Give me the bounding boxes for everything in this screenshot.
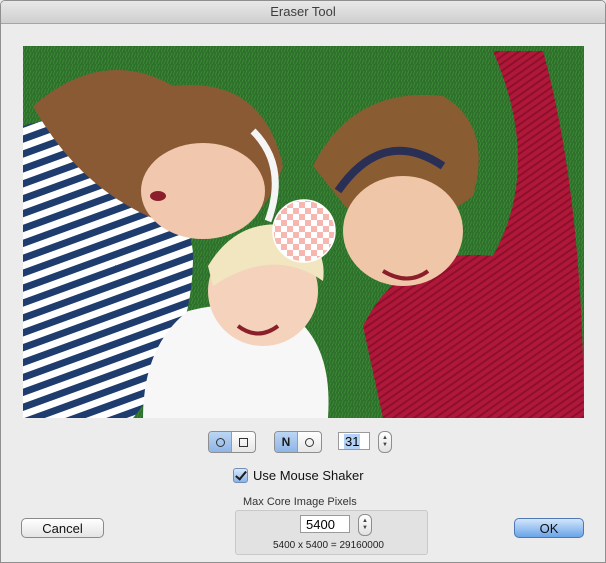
use-mouse-shaker-checkbox[interactable]	[233, 468, 248, 483]
brush-shape-selector[interactable]	[208, 431, 256, 453]
max-pixels-product: 5400 x 5400 = 29160000	[273, 540, 384, 551]
square-icon	[238, 437, 248, 447]
eraser-tool-window: Eraser Tool N 31 ▲ ▼ Use Mouse Shaker Ma…	[0, 0, 606, 563]
stepper-down-icon: ▼	[382, 442, 388, 448]
photo-three-children-on-grass-icon	[23, 46, 584, 418]
stepper-up-icon: ▲	[362, 518, 368, 524]
transparent-checkerboard-circle-icon	[272, 199, 336, 263]
stepper-down-icon: ▼	[362, 525, 368, 531]
cancel-button[interactable]: Cancel	[21, 518, 104, 538]
window-title: Eraser Tool	[1, 1, 605, 24]
soft-circle-icon	[304, 437, 314, 447]
use-mouse-shaker-row[interactable]: Use Mouse Shaker	[233, 468, 364, 483]
use-mouse-shaker-label: Use Mouse Shaker	[253, 468, 364, 483]
max-pixels-label: Max Core Image Pixels	[243, 496, 357, 508]
mode-soft-option[interactable]	[297, 432, 320, 452]
max-pixels-stepper[interactable]: ▲ ▼	[358, 514, 372, 536]
ok-button[interactable]: OK	[514, 518, 584, 538]
mode-n-label: N	[281, 435, 291, 449]
max-pixels-field[interactable]: 5400	[300, 515, 350, 533]
stepper-up-icon: ▲	[382, 435, 388, 441]
brush-mode-selector[interactable]: N	[274, 431, 322, 453]
circle-shape-option[interactable]	[209, 432, 231, 452]
brush-size-stepper[interactable]: ▲ ▼	[378, 431, 392, 453]
mode-n-option[interactable]: N	[275, 432, 297, 452]
circle-icon	[215, 437, 225, 447]
square-shape-option[interactable]	[231, 432, 254, 452]
image-canvas[interactable]	[23, 46, 584, 418]
brush-size-field[interactable]: 31	[338, 432, 370, 450]
